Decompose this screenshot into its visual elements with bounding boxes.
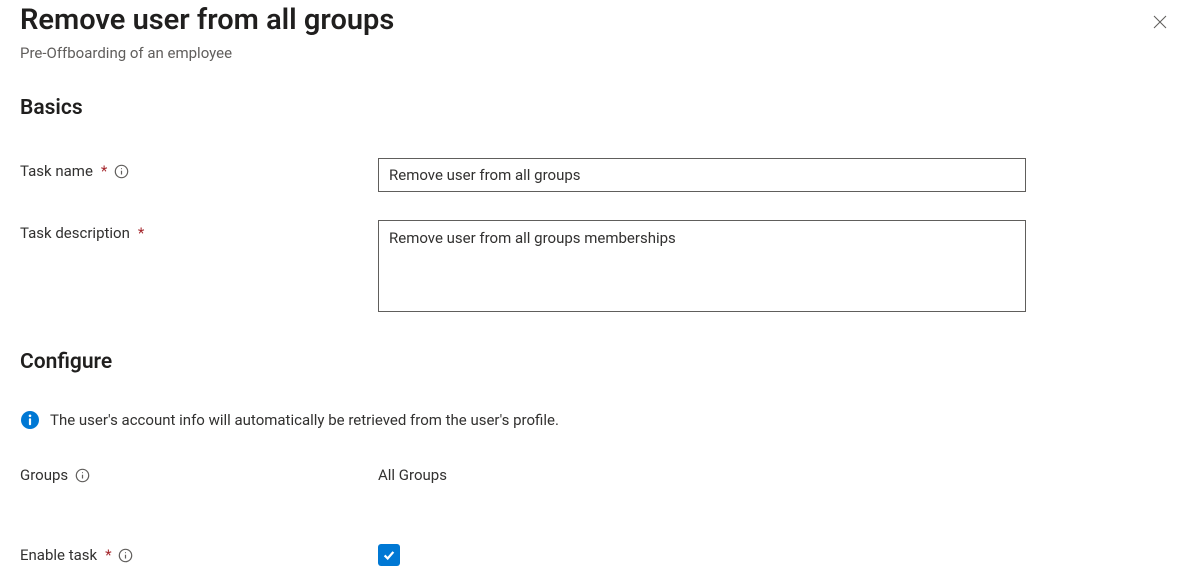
close-button[interactable]: [1144, 6, 1176, 38]
enable-task-label: Enable task: [20, 546, 97, 564]
required-asterisk: *: [101, 162, 107, 180]
info-icon[interactable]: [118, 547, 134, 563]
required-asterisk: *: [138, 224, 144, 242]
enable-task-checkbox[interactable]: [378, 544, 400, 566]
section-basics-title: Basics: [20, 96, 1180, 120]
required-asterisk: *: [105, 546, 111, 564]
info-icon[interactable]: [113, 163, 129, 179]
section-configure-title: Configure: [20, 350, 1180, 374]
task-description-label: Task description: [20, 224, 130, 242]
task-name-label: Task name: [20, 162, 93, 180]
info-message: The user's account info will automatical…: [50, 411, 559, 429]
task-description-input[interactable]: [378, 220, 1026, 312]
close-icon: [1151, 13, 1169, 31]
page-title: Remove user from all groups: [20, 2, 394, 38]
info-filled-icon: [20, 410, 40, 430]
check-icon: [382, 548, 396, 562]
page-subtitle: Pre-Offboarding of an employee: [20, 44, 394, 62]
info-icon[interactable]: [74, 467, 90, 483]
task-name-input[interactable]: [378, 158, 1026, 192]
groups-label: Groups: [20, 466, 68, 484]
groups-value: All Groups: [378, 462, 1026, 484]
